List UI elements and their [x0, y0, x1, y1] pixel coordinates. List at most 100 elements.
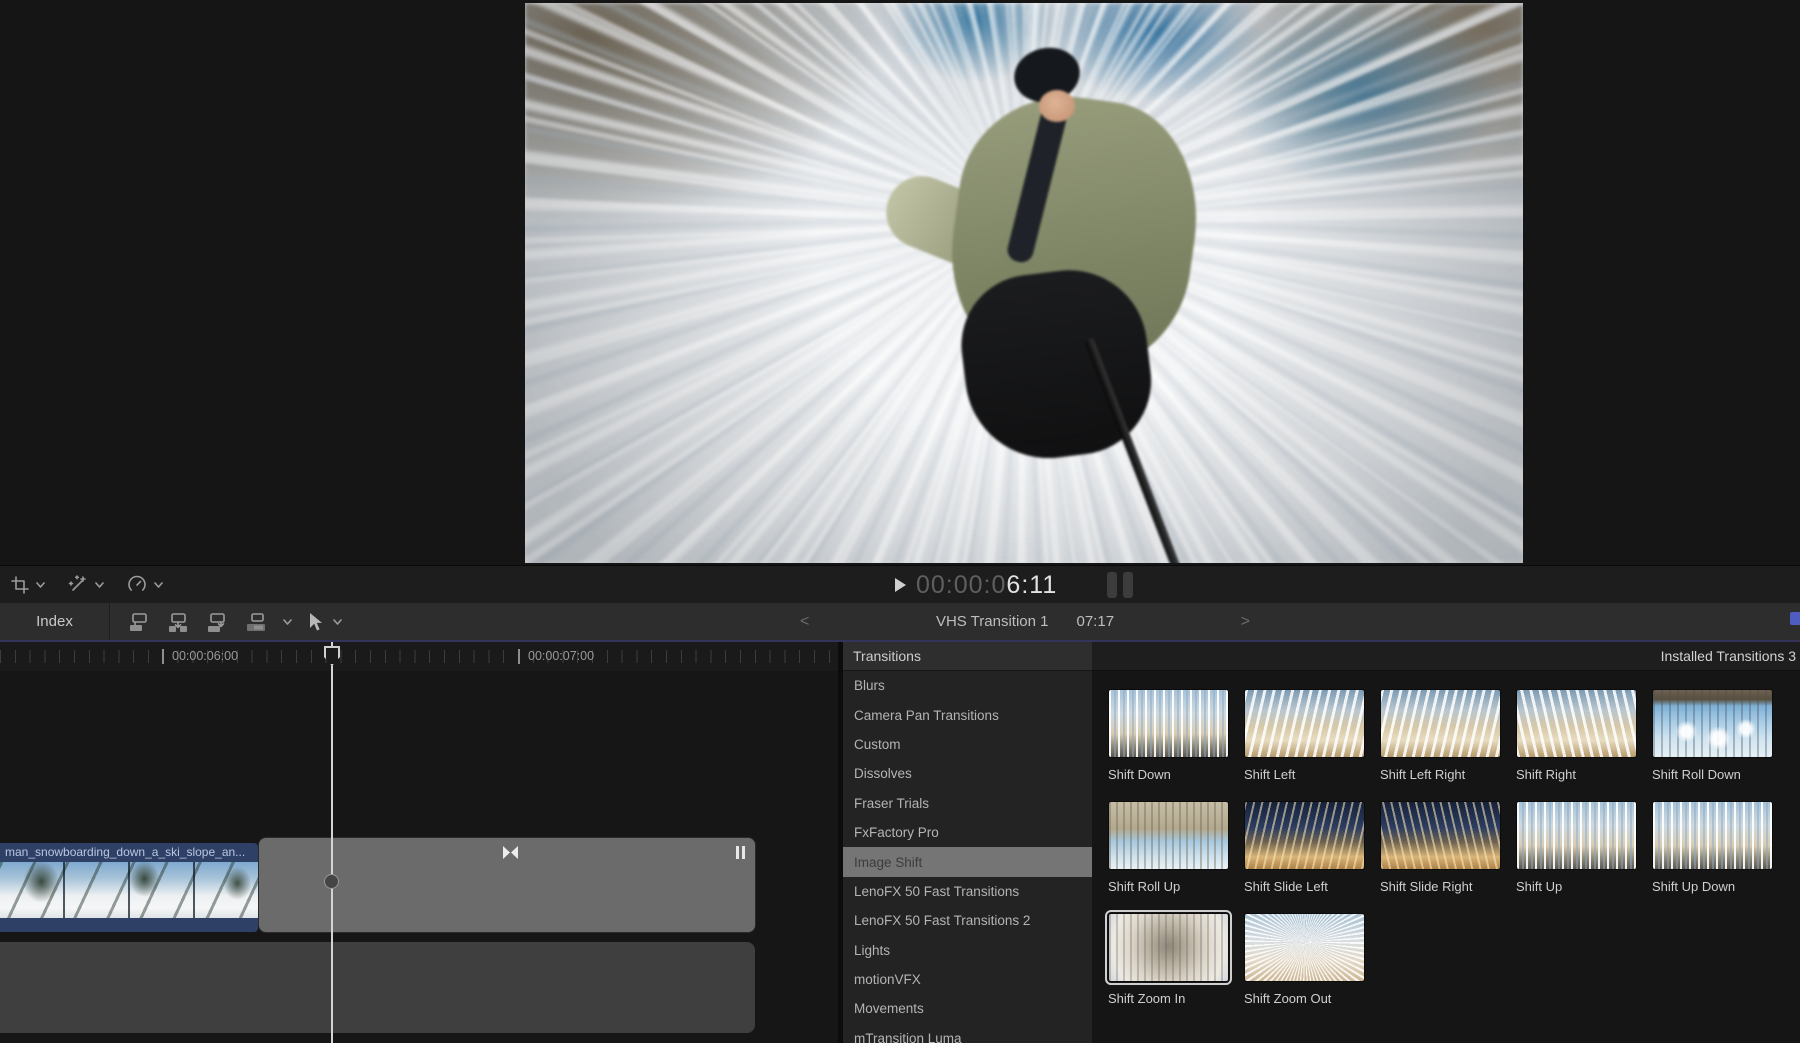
sidebar-category-fxfactory-pro[interactable]: FxFactory Pro — [843, 818, 1092, 847]
transition-label: Shift Left — [1244, 767, 1365, 782]
transition-thumbnail[interactable] — [1108, 801, 1229, 870]
sidebar-category-lenofx-50-fast-transitions-2[interactable]: LenoFX 50 Fast Transitions 2 — [843, 906, 1092, 935]
transition-thumbnail[interactable] — [1244, 801, 1365, 870]
ruler-label: 00:00:07:00 — [528, 649, 594, 663]
transition-tile-shift-zoom-out[interactable]: Shift Zoom Out — [1244, 913, 1365, 1006]
enhance-tool-button[interactable] — [67, 574, 104, 596]
sidebar-category-movements[interactable]: Movements — [843, 994, 1092, 1023]
play-icon[interactable] — [895, 578, 906, 592]
timeline[interactable]: 00:00:06:00 00:00:07:00 man_snowboarding… — [0, 642, 838, 1043]
chevron-down-icon[interactable] — [333, 619, 342, 625]
transition-label: Shift Zoom In — [1108, 991, 1229, 1006]
transition-tile-shift-left[interactable]: Shift Left — [1244, 689, 1365, 782]
transition-label: Shift Down — [1108, 767, 1229, 782]
secondary-storyline[interactable] — [0, 942, 755, 1033]
transitions-category-list: BlursCamera Pan TransitionsCustomDissolv… — [843, 671, 1092, 1043]
accent-chip[interactable] — [1790, 612, 1800, 625]
audio-meter-right — [1123, 572, 1133, 598]
transition-label: Shift Left Right — [1380, 767, 1501, 782]
audio-meters[interactable] — [1107, 572, 1133, 598]
select-arrow-icon[interactable] — [305, 611, 325, 633]
transition-thumbnail[interactable] — [1244, 689, 1365, 758]
major-tick — [518, 649, 520, 664]
sidebar-category-camera-pan-transitions[interactable]: Camera Pan Transitions — [843, 700, 1092, 729]
transition-thumbnail[interactable] — [1516, 689, 1637, 758]
transition-tile-shift-up[interactable]: Shift Up — [1516, 801, 1637, 894]
transition-thumbnail[interactable] — [1652, 689, 1773, 758]
transition-thumbnail[interactable] — [1108, 689, 1229, 758]
chevron-down-icon — [95, 582, 104, 588]
crop-tool-button[interactable] — [10, 575, 45, 595]
transition-label: Shift Slide Right — [1380, 879, 1501, 894]
transition-tile-shift-slide-left[interactable]: Shift Slide Left — [1244, 801, 1365, 894]
sidebar-category-motionvfx[interactable]: motionVFX — [843, 965, 1092, 994]
transitions-grid: Shift Down Shift Left Shift Left Right Shif… — [1108, 689, 1773, 1006]
transition-label: Shift Roll Down — [1652, 767, 1773, 782]
video-preview — [525, 3, 1523, 563]
video-vignette — [525, 3, 1523, 563]
sidebar-category-mtransition-luma[interactable]: mTransition Luma — [843, 1024, 1092, 1043]
timeline-toolbar: Index < VHS Transition 1 — [0, 603, 1800, 640]
crop-icon — [10, 575, 30, 595]
major-tick — [162, 649, 164, 664]
transitions-browser: Installed Transitions 3 Shift DownShift … — [1092, 642, 1800, 1043]
transition-label: Shift Right — [1516, 767, 1637, 782]
sidebar-category-dissolves[interactable]: Dissolves — [843, 759, 1092, 788]
index-button[interactable]: Index — [0, 603, 110, 640]
chevron-down-icon — [36, 582, 45, 588]
ruler-label: 00:00:06:00 — [172, 649, 238, 663]
timeline-ruler[interactable]: 00:00:06:00 00:00:07:00 — [0, 642, 838, 671]
sidebar-category-lights[interactable]: Lights — [843, 936, 1092, 965]
chevron-down-icon — [154, 582, 163, 588]
ruler-ticks — [0, 650, 838, 663]
transition-thumbnail[interactable] — [1380, 689, 1501, 758]
chevron-right-icon[interactable]: > — [1241, 613, 1250, 631]
transition-label: Shift Roll Up — [1108, 879, 1229, 894]
transition-tile-shift-right[interactable]: Shift Right — [1516, 689, 1637, 782]
clip-filmstrip — [0, 862, 258, 918]
transition-thumbnail[interactable] — [1244, 913, 1365, 982]
transport-bar: 00:00:06:11 — [0, 565, 1800, 603]
transition-label: Shift Slide Left — [1244, 879, 1365, 894]
video-clip[interactable]: man_snowboarding_down_a_ski_slope_an... — [0, 843, 258, 932]
sidebar-category-fraser-trials[interactable]: Fraser Trials — [843, 789, 1092, 818]
transitions-sidebar: Transitions BlursCamera Pan TransitionsC… — [843, 642, 1092, 1043]
clip-name-label: man_snowboarding_down_a_ski_slope_an... — [0, 843, 258, 862]
pause-bars-icon — [736, 846, 745, 859]
overwrite-clip-icon[interactable] — [244, 610, 268, 634]
transition-tile-shift-up-down[interactable]: Shift Up Down — [1652, 801, 1773, 894]
transition-label: Shift Up Down — [1652, 879, 1773, 894]
insert-clip-icon[interactable] — [166, 610, 190, 634]
transition-label: Shift Up — [1516, 879, 1637, 894]
chevron-left-icon[interactable]: < — [800, 613, 809, 631]
transition-thumbnail[interactable] — [1516, 801, 1637, 870]
viewer-area — [0, 0, 1800, 565]
transition-tile-shift-roll-up[interactable]: Shift Roll Up — [1108, 801, 1229, 894]
transition-tile-shift-down[interactable]: Shift Down — [1108, 689, 1229, 782]
sidebar-category-image-shift[interactable]: Image Shift — [843, 847, 1092, 876]
playhead-line[interactable] — [331, 642, 333, 1043]
chevron-down-icon[interactable] — [283, 619, 292, 625]
transition-bowtie-icon — [503, 846, 518, 859]
audio-meter-left — [1107, 572, 1117, 598]
enhance-wand-icon — [67, 574, 89, 596]
transition-tile-shift-left-right[interactable]: Shift Left Right — [1380, 689, 1501, 782]
connect-clip-icon[interactable] — [127, 610, 151, 634]
transition-tile-shift-slide-right[interactable]: Shift Slide Right — [1380, 801, 1501, 894]
transition-tile-shift-zoom-in[interactable]: Shift Zoom In — [1108, 913, 1229, 1006]
append-clip-icon[interactable] — [205, 610, 229, 634]
timecode-display[interactable]: 00:00:06:11 — [916, 571, 1057, 600]
final-cut-pro-window: 00:00:06:11 Index — [0, 0, 1800, 1043]
transition-thumbnail[interactable] — [1108, 913, 1229, 982]
sidebar-category-lenofx-50-fast-transitions[interactable]: LenoFX 50 Fast Transitions — [843, 877, 1092, 906]
transition-tile-shift-roll-down[interactable]: Shift Roll Down — [1652, 689, 1773, 782]
transition-midpoint-handle[interactable] — [324, 874, 339, 889]
transition-thumbnail[interactable] — [1652, 801, 1773, 870]
browse-item-title: VHS Transition 1 — [936, 613, 1049, 630]
sidebar-header: Transitions — [843, 642, 1092, 671]
sidebar-category-blurs[interactable]: Blurs — [843, 671, 1092, 700]
retime-tool-button[interactable] — [126, 574, 163, 596]
transition-thumbnail[interactable] — [1380, 801, 1501, 870]
retime-gauge-icon — [126, 574, 148, 596]
sidebar-category-custom[interactable]: Custom — [843, 730, 1092, 759]
